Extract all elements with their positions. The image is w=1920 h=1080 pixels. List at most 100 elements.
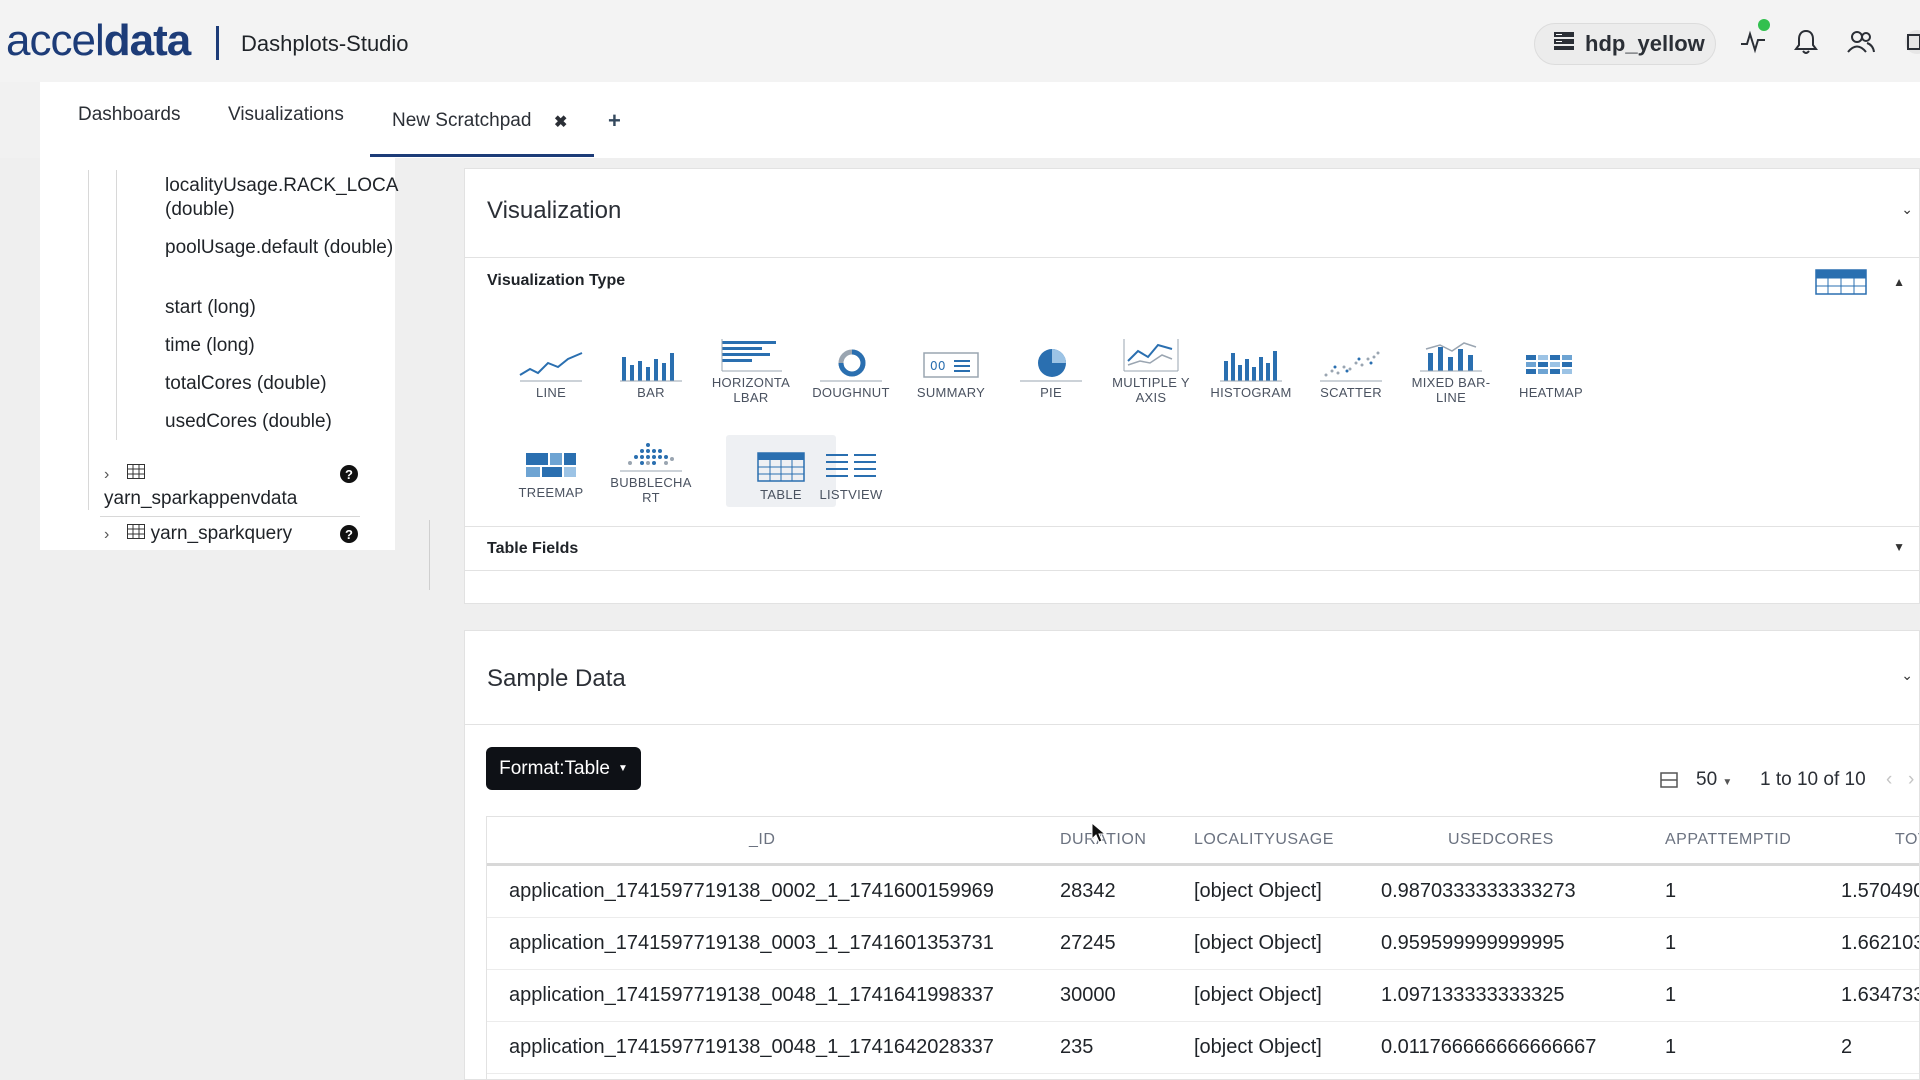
viz-type-horizontal-bar[interactable]: HORIZONTA LBAR: [696, 327, 806, 405]
format-dropdown-button[interactable]: Format:Table ▼: [486, 747, 641, 790]
table-row[interactable]: application_1741597719138_0048_1_1741641…: [487, 970, 1919, 1022]
grid-view-icon[interactable]: [1815, 269, 1867, 300]
viz-type-line[interactable]: LINE: [496, 337, 606, 400]
cell-id: application_1741597719138_0048_1_1741641…: [509, 984, 994, 1006]
table-icon: [127, 523, 146, 544]
viz-type-label: BUBBLECHA RT: [610, 475, 692, 505]
cluster-selector[interactable]: hdp_yellow: [1534, 23, 1716, 65]
column-header-appattemptid[interactable]: APPATTEMPTID: [1665, 831, 1791, 849]
chevron-right-icon[interactable]: ›: [104, 523, 122, 547]
chevron-right-icon[interactable]: ›: [1908, 769, 1914, 791]
help-icon[interactable]: ?: [340, 525, 358, 543]
tab-new-scratchpad[interactable]: New Scratchpad: [392, 110, 531, 132]
dataset-item-yarn-sparkappenvdata[interactable]: › yarn_sparkappenvdata: [104, 462, 336, 511]
page-size-select[interactable]: 50 ▼: [1696, 769, 1732, 791]
viz-type-histogram[interactable]: HISTOGRAM: [1196, 337, 1306, 400]
viz-type-heatmap[interactable]: HEATMAP: [1496, 337, 1606, 400]
page-size-icon: [1660, 771, 1678, 794]
field-item[interactable]: usedCores (double): [165, 410, 400, 434]
viz-type-summary[interactable]: 00 SUMMARY: [896, 337, 1006, 400]
chevron-up-icon[interactable]: ▲: [1893, 275, 1905, 289]
tree-guide-line: [116, 170, 117, 440]
table-fields-label[interactable]: Table Fields: [487, 540, 578, 558]
logo-text-accel: accel: [6, 16, 105, 65]
viz-type-treemap[interactable]: TREEMAP: [496, 437, 606, 500]
summary-icon-text: 00: [930, 359, 946, 373]
cell-tot: 2: [1841, 1036, 1853, 1058]
viz-type-pie[interactable]: PIE: [996, 337, 1106, 400]
dataset-item-yarn-sparkquery[interactable]: › yarn_sparkquery: [104, 522, 364, 547]
viz-type-label: PIE: [1040, 385, 1062, 400]
field-item[interactable]: totalCores (double): [165, 372, 400, 396]
dataset-label: yarn_sparkappenvdata: [104, 488, 298, 509]
chevron-down-icon[interactable]: ⌄: [1901, 667, 1913, 684]
tab-dashboards[interactable]: Dashboards: [78, 104, 180, 126]
field-item[interactable]: localityUsage.RACK_LOCA (double): [165, 174, 400, 222]
table-row[interactable]: application_1741597719138_0048_1_1741642…: [487, 1022, 1919, 1074]
table-row[interactable]: application_1741597719138_0002_1_1741600…: [487, 866, 1920, 918]
page-size-value: 50: [1696, 769, 1718, 790]
acceldata-logo[interactable]: acceldata: [6, 16, 191, 66]
viz-type-doughnut[interactable]: DOUGHNUT: [796, 337, 906, 400]
summary-icon: 00: [916, 337, 986, 383]
close-tab-icon[interactable]: ✖: [554, 112, 567, 132]
cell-tot: 1.570490: [1841, 880, 1920, 902]
column-header-tot[interactable]: TOT: [1895, 831, 1919, 849]
cluster-name: hdp_yellow: [1585, 31, 1705, 56]
cell-localityusage: [object Object]: [1194, 984, 1322, 1006]
field-item[interactable]: time (long): [165, 334, 400, 358]
add-tab-icon[interactable]: +: [608, 108, 621, 134]
divider: [465, 526, 1920, 527]
cell-localityusage: [object Object]: [1194, 1036, 1322, 1058]
viz-type-scatter[interactable]: SCATTER: [1296, 337, 1406, 400]
histogram-icon: [1216, 337, 1286, 383]
cell-appattemptid: 1: [1665, 880, 1677, 902]
viz-type-label: BAR: [637, 385, 665, 400]
tab-bar: Dashboards Visualizations New Scratchpad: [40, 82, 1920, 158]
viz-type-bar[interactable]: BAR: [596, 337, 706, 400]
treemap-icon: [516, 437, 586, 483]
cell-id: application_1741597719138_0048_1_1741642…: [509, 1036, 994, 1058]
panel-icon[interactable]: [1895, 26, 1920, 58]
pie-chart-icon: [1016, 337, 1086, 383]
users-icon[interactable]: [1845, 26, 1877, 58]
chevron-right-icon[interactable]: ›: [104, 463, 122, 487]
field-item[interactable]: poolUsage.default (double): [165, 236, 400, 260]
viz-type-multiple-y-axis[interactable]: MULTIPLE Y AXIS: [1096, 327, 1206, 405]
viz-type-label: LISTVIEW: [819, 487, 883, 502]
divider: [465, 257, 1920, 258]
heatmap-icon: [1516, 337, 1586, 383]
listview-icon: [816, 439, 886, 485]
cell-usedcores: 0.959599999999995: [1381, 932, 1565, 954]
chevron-left-icon[interactable]: ‹: [1886, 769, 1892, 791]
logo-text-data: data: [103, 16, 191, 65]
panel-title: Sample Data: [487, 665, 626, 692]
panel-title: Visualization: [487, 197, 622, 224]
viz-type-label: DOUGHNUT: [812, 385, 890, 400]
chevron-down-icon[interactable]: ⌄: [1901, 201, 1913, 218]
help-icon[interactable]: ?: [340, 465, 358, 483]
cell-duration: 30000: [1060, 984, 1116, 1006]
caret-down-icon[interactable]: ▼: [1893, 540, 1905, 554]
viz-type-label: HORIZONTA LBAR: [711, 375, 791, 405]
column-header-usedcores[interactable]: USEDCORES: [1448, 831, 1554, 849]
field-item[interactable]: start (long): [165, 296, 400, 320]
cell-duration: 27245: [1060, 932, 1116, 954]
cell-duration: 235: [1060, 1036, 1094, 1058]
viz-type-bubble-chart[interactable]: BUBBLECHA RT: [596, 427, 706, 505]
table-row[interactable]: application_1741597719138_0003_1_1741601…: [487, 918, 1919, 970]
viz-type-mixed-bar-line[interactable]: MIXED BAR-LINE: [1396, 327, 1506, 405]
cell-localityusage: [object Object]: [1194, 932, 1322, 954]
column-header-localityusage[interactable]: LOCALITYUSAGE: [1194, 831, 1334, 849]
column-header-id[interactable]: _ID: [749, 831, 775, 849]
visualization-type-label: Visualization Type: [487, 272, 626, 289]
bell-icon[interactable]: [1790, 26, 1822, 58]
multiple-y-axis-icon: [1116, 327, 1186, 373]
cell-usedcores: 1.097133333333325: [1381, 984, 1565, 1006]
viz-type-label: TREEMAP: [518, 485, 584, 500]
mouse-cursor-icon: [1091, 821, 1107, 849]
viz-type-label: SCATTER: [1320, 385, 1382, 400]
tab-visualizations[interactable]: Visualizations: [228, 104, 344, 126]
format-button-label: Format:Table: [499, 757, 610, 779]
viz-type-listview[interactable]: LISTVIEW: [796, 439, 906, 502]
